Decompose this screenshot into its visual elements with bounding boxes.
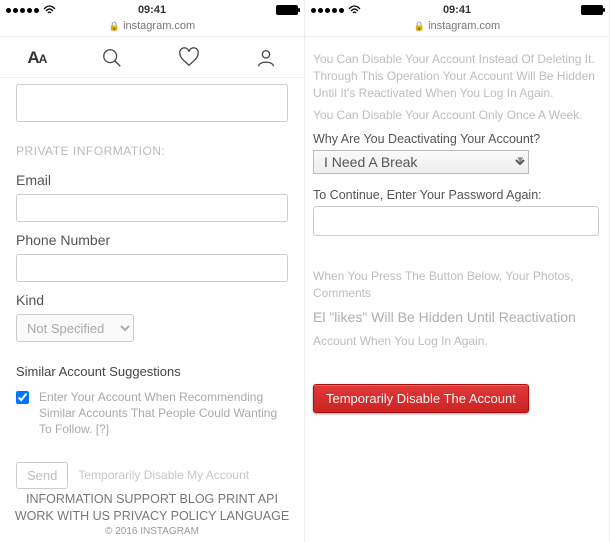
send-button[interactable]: Send — [16, 462, 68, 489]
signal-icon — [6, 8, 39, 13]
ios-status-bar: 09:41 — [0, 0, 304, 18]
section-private-info: PRIVATE INFORMATION: — [16, 144, 288, 158]
disable-note-2: El "likes" Will Be Hidden Until Reactiva… — [313, 308, 599, 328]
temporarily-disable-button[interactable]: Temporarily Disable The Account — [313, 384, 529, 413]
person-icon[interactable] — [255, 47, 277, 69]
search-icon[interactable] — [101, 47, 123, 69]
left-screenshot: 09:41 🔒 instagram.com AA PRIVATE INFORMA… — [0, 0, 305, 542]
suggestions-title: Similar Account Suggestions — [16, 364, 288, 379]
right-screenshot: 09:41 🔒 instagram.com You Can Disable Yo… — [305, 0, 610, 542]
status-time: 09:41 — [443, 4, 471, 16]
email-field[interactable] — [16, 194, 288, 222]
lock-icon: 🔒 — [414, 21, 425, 31]
suggestions-checkbox[interactable] — [16, 391, 29, 404]
signal-icon — [311, 8, 344, 13]
battery-icon — [581, 5, 603, 15]
wifi-icon — [43, 5, 56, 15]
bio-textarea[interactable] — [16, 84, 288, 122]
phone-field[interactable] — [16, 254, 288, 282]
disable-note-1: When You Press The Button Below, Your Ph… — [313, 268, 599, 302]
disable-note-3: Account When You Log In Again. — [313, 333, 599, 350]
kind-select[interactable]: Not Specified — [16, 314, 134, 342]
address-host: instagram.com — [428, 20, 500, 32]
suggestions-text: Enter Your Account When Recommending Sim… — [39, 389, 288, 438]
password-question: To Continue, Enter Your Password Again: — [313, 188, 599, 202]
status-time: 09:41 — [138, 4, 166, 16]
footer-copyright: © 2016 INSTAGRAM — [6, 525, 298, 539]
disable-intro-2: You Can Disable Your Account Only Once A… — [313, 107, 599, 124]
footer-links-2[interactable]: WORK WITH US PRIVACY POLICY LANGUAGE — [6, 508, 298, 525]
label-phone: Phone Number — [16, 232, 288, 248]
heart-icon[interactable] — [178, 47, 200, 69]
page-footer: INFORMATION SUPPORT BLOG PRINT API WORK … — [0, 491, 304, 538]
label-kind: Kind — [16, 292, 288, 308]
wifi-icon — [348, 5, 361, 15]
reason-question: Why Are You Deactivating Your Account? — [313, 132, 599, 146]
reason-select[interactable]: I Need A Break — [313, 150, 529, 174]
tab-profile-edit[interactable]: AA — [27, 48, 46, 68]
battery-icon — [276, 5, 298, 15]
footer-links-1[interactable]: INFORMATION SUPPORT BLOG PRINT API — [6, 491, 298, 508]
address-bar[interactable]: 🔒 instagram.com — [305, 18, 609, 37]
temporarily-disable-link[interactable]: Temporarily Disable My Account — [78, 468, 249, 482]
address-host: instagram.com — [123, 20, 195, 32]
password-field[interactable] — [313, 206, 599, 236]
lock-icon: 🔒 — [109, 21, 120, 31]
top-tab-bar: AA — [0, 37, 304, 78]
address-bar[interactable]: 🔒 instagram.com — [0, 18, 304, 37]
label-email: Email — [16, 172, 288, 188]
ios-status-bar: 09:41 — [305, 0, 609, 18]
disable-intro-1: You Can Disable Your Account Instead Of … — [313, 51, 599, 101]
